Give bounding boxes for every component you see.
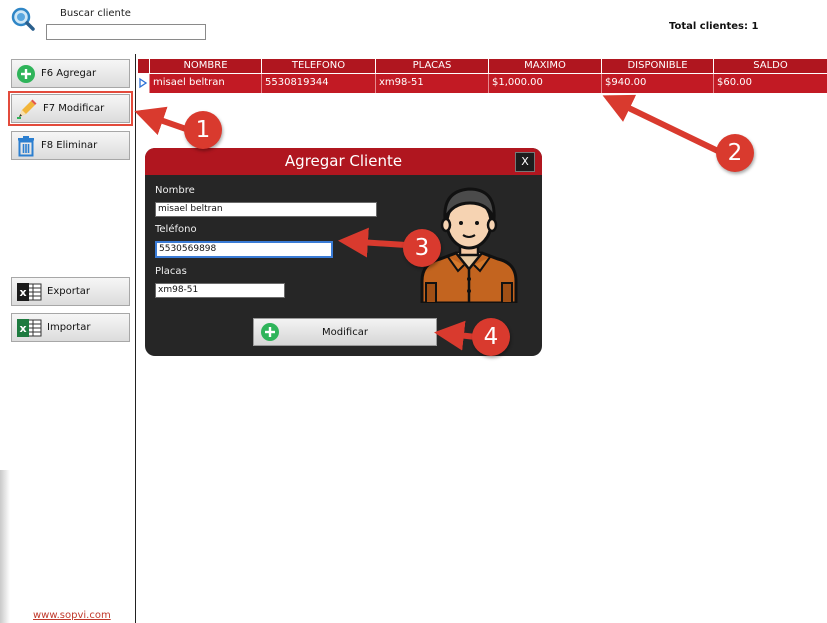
- search-input[interactable]: [46, 24, 206, 40]
- import-button[interactable]: x Importar: [11, 313, 130, 342]
- arrow-1: [134, 106, 187, 136]
- pencil-icon: [17, 99, 37, 119]
- dialog-title: Agregar Cliente: [284, 152, 403, 170]
- grid-header-indicator: [137, 59, 149, 73]
- column-header-nombre[interactable]: NOMBRE: [149, 59, 261, 73]
- table-row[interactable]: misael beltran 5530819344 xm98-51 $1,000…: [137, 74, 827, 93]
- cell-telefono[interactable]: 5530819344: [261, 74, 375, 93]
- cell-disponible[interactable]: $940.00: [601, 74, 713, 93]
- sidebar-divider: [135, 54, 136, 623]
- row-selector-icon: [137, 74, 149, 93]
- column-header-placas[interactable]: PLACAS: [375, 59, 488, 73]
- cell-saldo[interactable]: $60.00: [713, 74, 827, 93]
- grid-header: NOMBRE TELEFONO PLACAS MAXIMO DISPONIBLE…: [137, 59, 827, 73]
- close-button[interactable]: X: [515, 152, 535, 172]
- svg-text:x: x: [19, 286, 26, 299]
- annotation-marker-3: 3: [403, 229, 441, 267]
- name-field[interactable]: misael beltran: [155, 202, 377, 217]
- cell-placas[interactable]: xm98-51: [375, 74, 488, 93]
- modify-submit-button[interactable]: Modificar: [253, 318, 437, 346]
- modify-submit-label: Modificar: [322, 326, 368, 338]
- modify-button-label: F7 Modificar: [43, 103, 105, 114]
- column-header-maximo[interactable]: MAXIMO: [488, 59, 601, 73]
- add-button[interactable]: F6 Agregar: [11, 59, 130, 88]
- website-link[interactable]: www.sopvi.com: [33, 610, 111, 621]
- import-button-label: Importar: [47, 322, 91, 333]
- delete-button[interactable]: F8 Eliminar: [11, 131, 130, 160]
- annotation-marker-4: 4: [472, 318, 510, 356]
- cell-maximo[interactable]: $1,000.00: [488, 74, 601, 93]
- excel-icon: x: [17, 318, 42, 337]
- name-label: Nombre: [155, 185, 195, 196]
- cell-nombre[interactable]: misael beltran: [149, 74, 261, 93]
- add-button-label: F6 Agregar: [41, 68, 97, 79]
- column-header-telefono[interactable]: TELEFONO: [261, 59, 375, 73]
- arrow-2: [602, 94, 722, 155]
- magnifier-icon[interactable]: [10, 6, 36, 32]
- modify-button[interactable]: F7 Modificar: [8, 91, 133, 126]
- dialog-titlebar: Agregar Cliente X: [145, 148, 542, 175]
- plates-field[interactable]: xm98-51: [155, 283, 285, 298]
- sidebar-shadow: [0, 470, 10, 623]
- phone-label: Teléfono: [155, 224, 197, 235]
- svg-text:x: x: [19, 322, 26, 335]
- column-header-saldo[interactable]: SALDO: [713, 59, 827, 73]
- excel-icon: x: [17, 282, 42, 301]
- annotation-marker-2: 2: [716, 134, 754, 172]
- column-header-disponible[interactable]: DISPONIBLE: [601, 59, 713, 73]
- search-label: Buscar cliente: [60, 8, 131, 19]
- phone-field[interactable]: 5530569898: [155, 241, 333, 258]
- trash-icon: [18, 135, 34, 156]
- annotation-marker-1: 1: [184, 111, 222, 149]
- export-button[interactable]: x Exportar: [11, 277, 130, 306]
- add-circle-icon: [261, 323, 279, 341]
- delete-button-label: F8 Eliminar: [41, 140, 98, 151]
- export-button-label: Exportar: [47, 286, 90, 297]
- plates-label: Placas: [155, 266, 187, 277]
- clients-grid: NOMBRE TELEFONO PLACAS MAXIMO DISPONIBLE…: [137, 59, 827, 93]
- total-clients-label: Total clientes: 1: [669, 21, 759, 32]
- add-circle-icon: [17, 64, 35, 83]
